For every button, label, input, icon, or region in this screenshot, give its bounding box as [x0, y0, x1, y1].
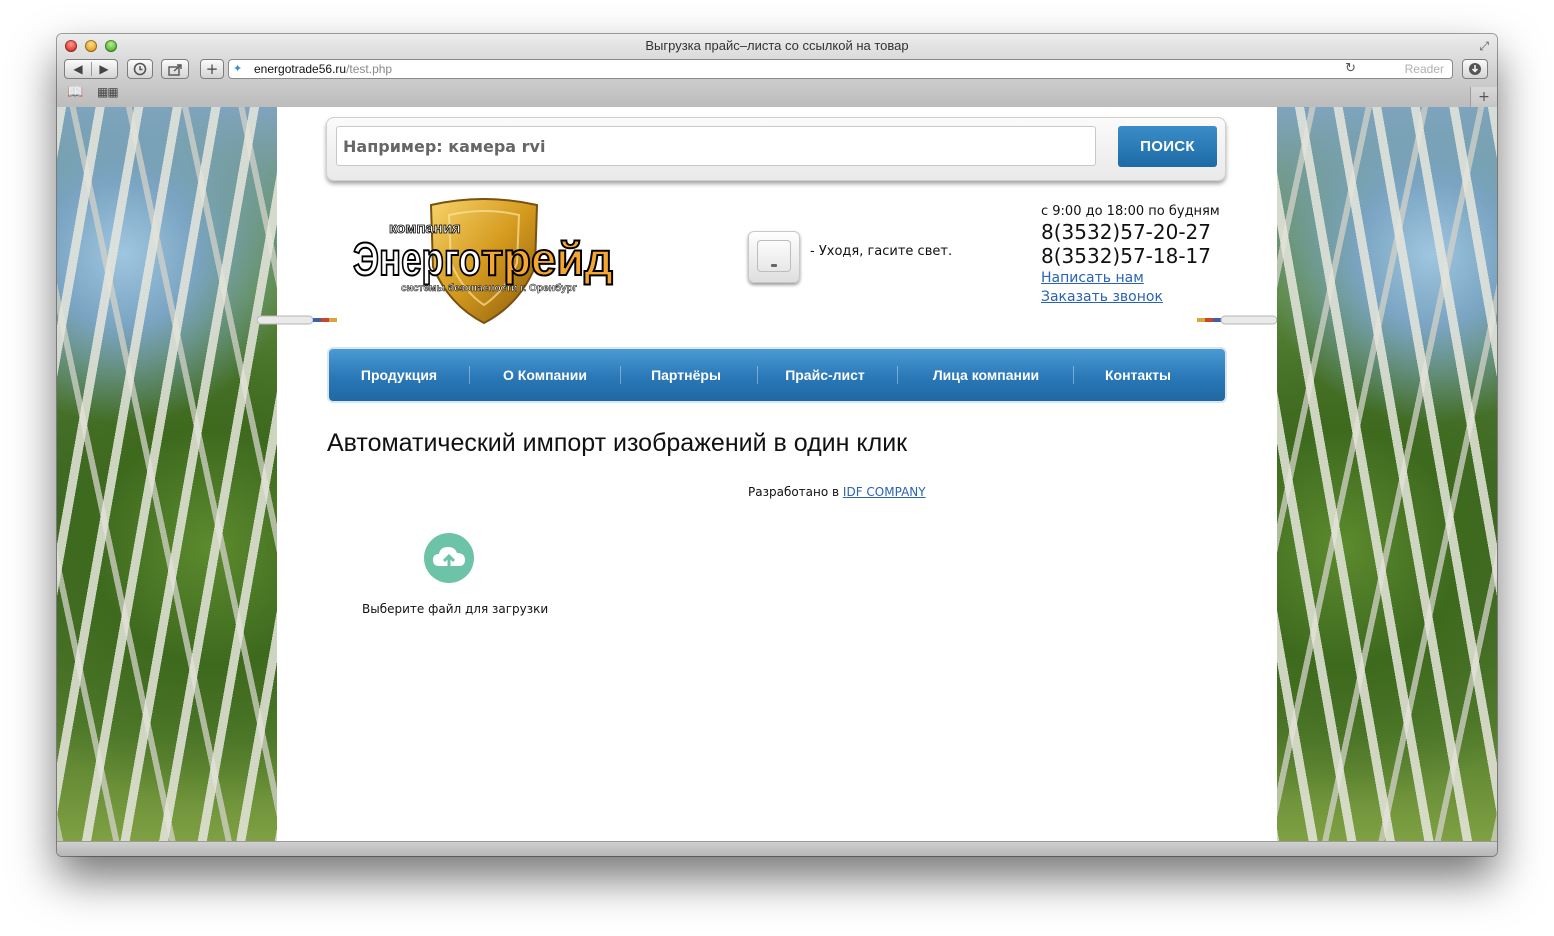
url-text[interactable]: energotrade56.ru/test.php — [254, 62, 392, 76]
upload-label[interactable]: Выберите файл для загрузки — [362, 602, 548, 616]
reload-icon[interactable]: ↻ — [1345, 61, 1356, 76]
upload-cloud-icon[interactable] — [424, 533, 474, 583]
phone-number-1: 8(3532)57-20-27 — [1041, 220, 1212, 244]
search-button[interactable]: ПОИСК — [1118, 126, 1217, 167]
background-forest-left — [57, 107, 277, 841]
add-bookmark-button[interactable]: + — [200, 59, 224, 79]
browser-window: Выгрузка прайс–листа со ссылкой на товар… — [57, 34, 1497, 856]
browser-toolbar: Выгрузка прайс–листа со ссылкой на товар… — [57, 34, 1497, 108]
top-sites-icon[interactable]: ▦▦ — [97, 85, 119, 99]
nav-item-about[interactable]: О Компании — [481, 349, 609, 401]
nav-item-contacts[interactable]: Контакты — [1083, 349, 1193, 401]
url-host: energotrade56.ru — [254, 62, 347, 76]
site-favicon-icon: ✦ — [233, 62, 243, 75]
download-icon — [1469, 63, 1481, 75]
main-navigation: Продукция О Компании Партнёры Прайс-лист… — [329, 349, 1225, 401]
order-call-link[interactable]: Заказать звонок — [1041, 289, 1163, 305]
logo-main-word-2: трейд — [481, 233, 613, 285]
developer-credit: Разработано в IDF COMPANY — [748, 485, 926, 499]
work-hours: с 9:00 до 18:00 по будням — [1041, 204, 1220, 219]
page-heading: Автоматический импорт изображений в один… — [327, 429, 908, 457]
fullscreen-icon[interactable]: ⤢ — [1479, 39, 1489, 54]
reader-button[interactable]: Reader — [1405, 62, 1444, 76]
cable-decoration-left — [257, 315, 337, 325]
history-button[interactable] — [127, 59, 153, 79]
page-content: ПОИСК компания Энерго трейд системы безо… — [277, 107, 1277, 841]
phone-number-2: 8(3532)57-18-17 — [1041, 244, 1212, 268]
new-tab-button[interactable]: + — [1470, 87, 1497, 107]
nav-item-team[interactable]: Лица компании — [907, 349, 1065, 401]
nav-item-price-list[interactable]: Прайс-лист — [767, 349, 883, 401]
url-path: /test.php — [346, 62, 393, 76]
light-switch-icon — [748, 231, 800, 283]
nav-item-products[interactable]: Продукция — [341, 349, 457, 401]
address-bar[interactable]: ✦ energotrade56.ru/test.php ↻ Reader — [228, 59, 1453, 79]
reading-list-icon[interactable]: 📖 — [67, 85, 83, 100]
cable-decoration-right — [1197, 315, 1277, 325]
page-viewport: ПОИСК компания Энерго трейд системы безо… — [57, 107, 1497, 841]
share-button[interactable] — [161, 59, 189, 79]
window-title: Выгрузка прайс–листа со ссылкой на товар — [645, 38, 909, 53]
history-icon — [133, 62, 147, 76]
search-input[interactable] — [336, 126, 1096, 166]
forward-button[interactable]: ▶ — [91, 60, 117, 79]
share-icon — [167, 64, 182, 76]
logo-main-word-1: Энерго — [353, 233, 481, 285]
idf-company-link[interactable]: IDF COMPANY — [843, 485, 926, 499]
company-logo[interactable]: компания Энерго трейд системы безопаснос… — [349, 197, 619, 325]
background-forest-right — [1277, 107, 1497, 841]
write-us-link[interactable]: Написать нам — [1041, 270, 1144, 286]
nav-item-partners[interactable]: Партнёры — [631, 349, 741, 401]
back-forward-group: ◀ ▶ — [64, 59, 118, 79]
search-panel: ПОИСК — [326, 117, 1226, 181]
logo-tagline: системы безопасности г. Оренбург — [401, 282, 577, 294]
credit-prefix: Разработано в — [748, 485, 843, 499]
back-button[interactable]: ◀ — [65, 60, 91, 79]
window-bottom-bar — [57, 841, 1497, 856]
slogan-text: - Уходя, гасите свет. — [810, 244, 953, 259]
downloads-button[interactable] — [1462, 59, 1488, 79]
